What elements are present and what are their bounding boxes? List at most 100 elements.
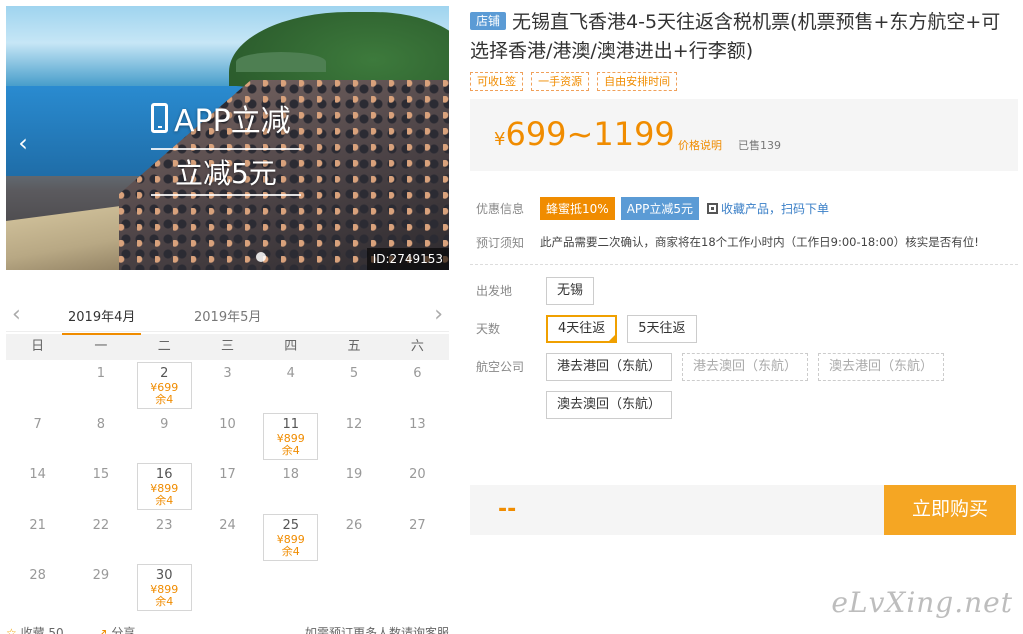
buy-bar: -- 立即购买 (470, 485, 1016, 535)
calendar-day: 22 (69, 512, 132, 563)
currency-symbol: ¥ (494, 129, 506, 150)
calendar-weekdays: 日 一 二 三 四 五 六 (6, 334, 449, 360)
calendar-day-number: 18 (282, 467, 300, 482)
image-id-tag: ID:2749153 (366, 248, 449, 270)
days-row: 天数 4天往返 5天往返 (470, 315, 1018, 343)
weekday-label: 六 (410, 339, 424, 354)
departure-row: 出发地 无锡 (470, 277, 1018, 305)
calendar-tab-next-month[interactable]: 2019年5月 (194, 306, 261, 325)
island-scenery (236, 52, 326, 72)
weekday-label: 五 (347, 339, 361, 354)
calendar-day-number: 14 (29, 467, 46, 482)
calendar-day: 13 (386, 411, 449, 462)
notice-text: 此产品需要二次确认，商家将在18个工作小时内（工作日9:00-18:00）核实是… (540, 235, 979, 249)
calendar-day-number: 26 (345, 517, 363, 533)
share-link[interactable]: 分享 (111, 626, 135, 634)
calendar-day: 9 (133, 411, 196, 462)
days-option-selected[interactable]: 4天往返 (546, 315, 618, 343)
price-box: ¥699~1199 价格说明 已售139 (470, 99, 1018, 171)
calendar-day: 28 (6, 562, 69, 613)
calendar-day: 26 (322, 512, 385, 563)
calendar-day-number: 30 (155, 568, 173, 583)
calendar-day-number: 21 (29, 517, 46, 533)
calendar-day-number: 15 (92, 467, 110, 482)
calendar-prev-icon[interactable]: ‹ (12, 302, 21, 327)
calendar-day: 17 (196, 461, 259, 512)
product-tag: 可收L签 (470, 72, 524, 91)
calendar-day: 1 (69, 360, 132, 411)
calendar-day: 23 (133, 512, 196, 563)
price-description-link[interactable]: 价格说明 (678, 137, 722, 153)
calendar-day: 15 (69, 461, 132, 512)
calendar-day-remaining: 余4 (155, 393, 174, 406)
calendar-day-number: 19 (345, 467, 363, 482)
calendar-day-number: 12 (345, 416, 363, 432)
calendar-day-number: 24 (219, 517, 236, 533)
price-range: ¥699~1199 (494, 115, 675, 153)
notice-label: 预订须知 (476, 235, 525, 250)
calendar-day-number: 1 (96, 366, 106, 381)
days-label: 天数 (476, 322, 501, 336)
calendar-day-number: 13 (409, 416, 426, 432)
departure-option[interactable]: 无锡 (546, 277, 595, 305)
calendar-day[interactable]: 2 ¥699 余4 (133, 360, 196, 411)
phone-icon (151, 103, 168, 133)
calendar-day-number: 23 (155, 517, 173, 533)
airline-option-disabled[interactable]: 澳去港回（东航） (818, 353, 945, 381)
calendar-day: 10 (196, 411, 259, 462)
honey-discount-badge: 蜂蜜抵10% (540, 196, 615, 220)
site-watermark: eLvXing.net (831, 586, 1013, 619)
share-icon[interactable]: ↗ (98, 626, 108, 634)
calendar-day[interactable]: 11 ¥899 余4 (259, 411, 322, 462)
divider (470, 264, 1018, 265)
airline-option[interactable]: 港去港回（东航） (546, 353, 673, 381)
airline-row: 航空公司 港去港回（东航） 港去澳回（东航） 澳去港回（东航） 澳去澳回（东航） (470, 353, 1018, 419)
calendar-day-number: 7 (33, 416, 42, 432)
calendar-day-number: 27 (409, 517, 426, 533)
qr-code-icon (707, 202, 719, 214)
price-range-value: 699~1199 (505, 115, 675, 153)
discount-label: 优惠信息 (476, 201, 525, 216)
shop-badge[interactable]: 店铺 (470, 12, 507, 30)
calendar-day[interactable]: 30 ¥899 余4 (133, 562, 196, 613)
calendar-day-empty (6, 360, 69, 411)
calendar-day-number: 9 (160, 416, 169, 432)
calendar-day: 29 (69, 562, 132, 613)
airline-option[interactable]: 澳去澳回（东航） (546, 391, 673, 419)
calendar-day: 3 (196, 360, 259, 411)
product-image-carousel[interactable]: APP立减 立减5元 ‹ › ID:2749153 (6, 6, 449, 270)
days-option[interactable]: 5天往返 (627, 315, 697, 343)
weekday-label: 日 (31, 339, 45, 354)
carousel-dot[interactable] (256, 252, 266, 262)
airline-label: 航空公司 (476, 360, 525, 374)
calendar-day[interactable]: 25 ¥899 余4 (259, 512, 322, 563)
carousel-prev-icon[interactable]: ‹ (12, 126, 34, 160)
calendar-day: 21 (6, 512, 69, 563)
weekday-label: 一 (94, 339, 108, 354)
calendar-day: 14 (6, 461, 69, 512)
star-icon[interactable]: ☆ (6, 626, 17, 634)
buy-now-button[interactable]: 立即购买 (884, 485, 1016, 535)
calendar-day-remaining: 余4 (281, 443, 300, 457)
calendar-day: 20 (386, 461, 449, 512)
airline-option-disabled[interactable]: 港去澳回（东航） (682, 353, 809, 381)
notice-row: 预订须知 此产品需要二次确认，商家将在18个工作小时内（工作日9:00-18:0… (470, 230, 1018, 254)
calendar-day-number: 2 (160, 366, 169, 381)
calendar-footer: ☆ 收藏 50 ↗ 分享 如需预订更多人数请询客服 (6, 624, 449, 634)
calendar-header: ‹ 2019年4月 2019年5月 › (6, 300, 449, 335)
calendar-day-number: 17 (219, 467, 236, 482)
product-title-text: 无锡直飞香港4-5天往返含税机票(机票预售+东方航空+可选择香港/港澳/澳港进出… (470, 11, 1001, 62)
date-calendar: ‹ 2019年4月 2019年5月 › 日 一 二 三 四 五 六 1 2 ¥699… (6, 300, 449, 613)
calendar-day-number: 29 (92, 568, 110, 583)
calendar-day: 8 (69, 411, 132, 462)
qr-order-link[interactable]: 收藏产品，扫码下单 (707, 200, 829, 217)
calendar-day-number: 4 (286, 366, 295, 381)
contact-tip: 如需预订更多人数请询客服 (304, 626, 449, 634)
calendar-day: 27 (386, 512, 449, 563)
favorite-count[interactable]: 收藏 50 (21, 626, 64, 634)
calendar-day[interactable]: 16 ¥899 余4 (133, 461, 196, 512)
calendar-day: 7 (6, 411, 69, 462)
calendar-day-number: 22 (92, 517, 110, 533)
calendar-next-icon[interactable]: › (434, 302, 443, 327)
calendar-tab-current-month[interactable]: 2019年4月 (61, 306, 142, 335)
